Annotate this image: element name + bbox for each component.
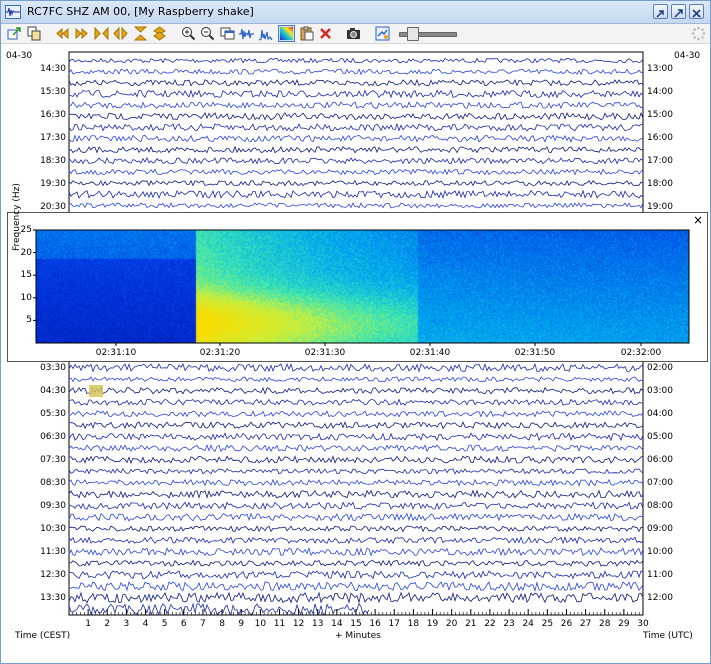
minute-tick-label: 17 — [388, 619, 400, 629]
left-time-label: 07:30 — [40, 455, 66, 465]
date-label-right: 04-30 — [674, 51, 701, 61]
time-tick-label: 02:31:20 — [199, 348, 241, 358]
right-time-label: 19:00 — [647, 202, 673, 212]
minute-tick-label: 29 — [618, 619, 630, 629]
left-time-label: 12:30 — [40, 570, 66, 580]
minute-tick-label: 19 — [426, 619, 439, 629]
right-time-label: 15:00 — [647, 110, 673, 120]
right-time-label: 09:00 — [647, 524, 673, 534]
right-time-label: 03:00 — [647, 386, 673, 396]
event-marker[interactable] — [89, 385, 103, 397]
minute-tick-label: 24 — [522, 619, 534, 629]
right-time-label: 04:00 — [647, 409, 673, 419]
frequency-tick-label: 10 — [20, 292, 32, 303]
left-time-label: 11:30 — [40, 547, 66, 557]
minute-tick-label: 14 — [331, 619, 343, 629]
right-time-label: 17:00 — [647, 156, 673, 166]
minute-tick-label: 5 — [161, 619, 168, 629]
close-spectrogram-button[interactable]: × — [692, 214, 704, 226]
minute-tick-label: 12 — [292, 619, 305, 629]
minute-tick-label: 6 — [180, 619, 187, 629]
minute-tick-label: 10 — [254, 619, 267, 629]
minute-tick-label: 20 — [445, 619, 458, 629]
minute-tick-label: 2 — [104, 619, 111, 629]
left-time-label: 18:30 — [40, 156, 66, 166]
right-time-label: 06:00 — [647, 455, 673, 465]
frequency-tick-label: 25 — [20, 225, 32, 235]
left-time-label: 04:30 — [40, 386, 66, 396]
minute-tick-label: 28 — [598, 619, 611, 629]
minute-tick-label: 27 — [579, 619, 592, 629]
x-label-minutes: + Minutes — [335, 631, 381, 641]
time-tick-label: 02:31:40 — [409, 348, 451, 358]
x-label-utc: Time (UTC) — [643, 631, 693, 641]
minute-tick-label: 7 — [200, 619, 206, 629]
minute-tick-label: 30 — [637, 619, 649, 629]
spectrogram-y-label: Frequency (Hz) — [12, 183, 22, 251]
right-time-label: 13:00 — [647, 64, 673, 74]
minute-tick-label: 8 — [219, 619, 225, 629]
right-time-label: 11:00 — [647, 570, 673, 580]
minute-tick-label: 15 — [350, 619, 362, 629]
time-tick-label: 02:31:50 — [514, 348, 556, 358]
frequency-tick-label: 15 — [20, 270, 32, 281]
minute-tick-label: 9 — [238, 619, 245, 629]
time-tick-label: 02:32:00 — [620, 348, 662, 358]
right-time-label: 10:00 — [647, 547, 673, 557]
right-time-label: 18:00 — [647, 179, 673, 189]
minute-tick-label: 26 — [560, 619, 573, 629]
minute-tick-label: 3 — [123, 619, 130, 629]
minute-tick-label: 11 — [273, 619, 286, 629]
left-time-label: 16:30 — [40, 110, 66, 120]
left-time-label: 08:30 — [40, 478, 66, 488]
left-time-label: 14:30 — [40, 64, 66, 74]
right-time-label: 16:00 — [647, 133, 673, 143]
right-time-label: 02:00 — [647, 363, 673, 373]
left-time-label: 17:30 — [40, 133, 66, 143]
right-time-label: 07:00 — [647, 478, 673, 488]
time-tick-label: 02:31:10 — [95, 348, 137, 358]
x-label-local-time: Time (CEST) — [15, 631, 71, 641]
minute-tick-label: 23 — [503, 619, 515, 629]
minute-tick-label: 18 — [407, 619, 420, 629]
right-time-label: 12:00 — [647, 593, 673, 603]
frequency-tick-label: 20 — [20, 247, 32, 258]
left-time-label: 03:30 — [40, 363, 66, 373]
time-tick-label: 02:31:30 — [304, 348, 346, 358]
right-time-label: 08:00 — [647, 501, 673, 511]
left-time-label: 05:30 — [40, 409, 66, 419]
left-time-label: 06:30 — [40, 432, 66, 442]
left-time-label: 10:30 — [40, 524, 66, 534]
minute-tick-label: 1 — [85, 619, 91, 629]
minute-tick-label: 16 — [369, 619, 381, 629]
right-time-label: 05:00 — [647, 432, 673, 442]
minute-tick-label: 25 — [541, 619, 554, 629]
minute-tick-label: 21 — [465, 619, 477, 629]
frequency-tick-label: 5 — [26, 315, 32, 326]
left-time-label: 15:30 — [40, 87, 66, 97]
minute-tick-label: 13 — [311, 619, 324, 629]
minute-tick-label: 4 — [142, 619, 149, 629]
spectrogram-image[interactable] — [36, 230, 689, 343]
date-label-left: 04-30 — [6, 51, 33, 61]
minute-tick-label: 22 — [484, 619, 496, 629]
left-time-label: 13:30 — [40, 593, 66, 603]
right-time-label: 14:00 — [647, 87, 673, 97]
left-time-label: 09:30 — [40, 501, 66, 511]
